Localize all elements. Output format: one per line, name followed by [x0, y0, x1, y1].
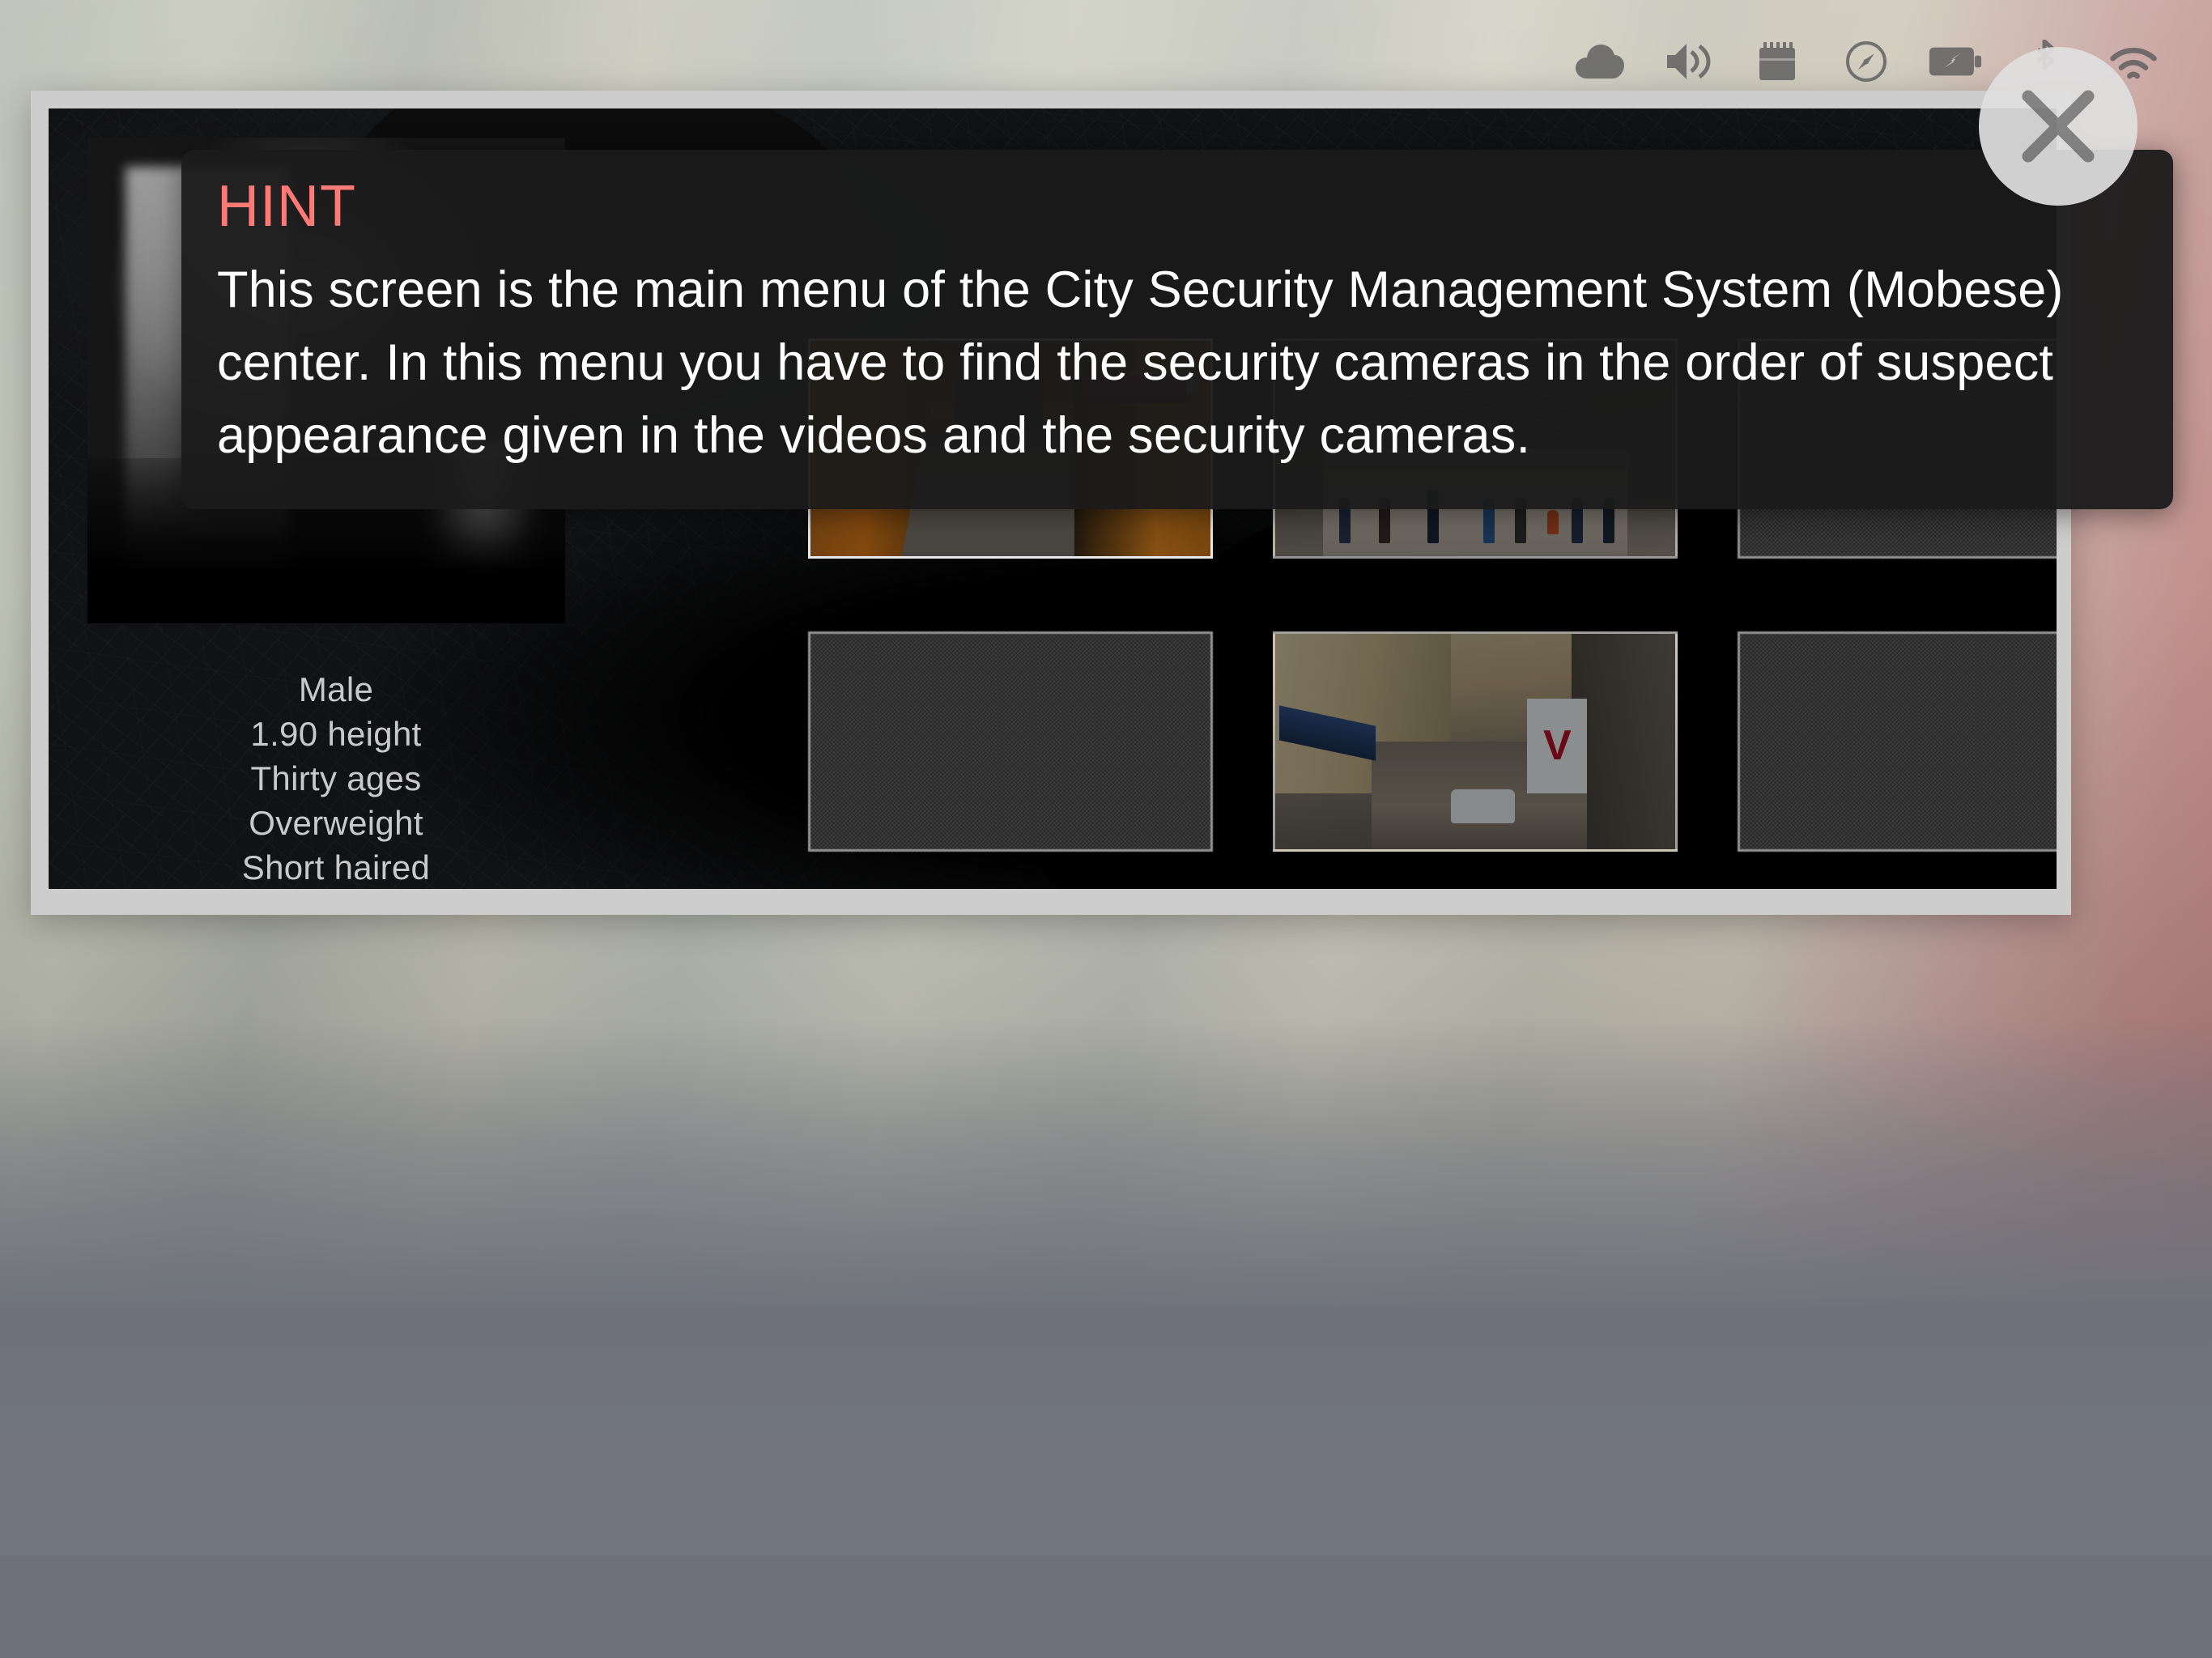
camera-thumbnail-6[interactable] [1738, 631, 2057, 852]
suspect-attribute-height: 1.90 height [250, 715, 422, 753]
camera-6-dim-overlay [1740, 634, 2057, 849]
close-button[interactable] [1979, 47, 2138, 206]
compass-icon[interactable] [1840, 39, 1893, 84]
camera-thumbnail-4[interactable] [808, 631, 1213, 852]
hint-title: HINT [217, 174, 356, 239]
hint-panel: HINT This screen is the main menu of the… [181, 150, 2173, 509]
suspect-attribute-hair: Short haired [241, 848, 431, 886]
camera-2-traffic-cone [1546, 510, 1559, 535]
hint-body-text: This screen is the main menu of the City… [217, 261, 2064, 464]
battery-charging-icon[interactable] [1929, 39, 1982, 84]
cloud-icon[interactable] [1572, 39, 1626, 84]
camera-thumbnail-5[interactable]: V [1273, 631, 1678, 852]
suspect-attributes: Male 1.90 height Thirty ages Overweight … [87, 667, 585, 889]
suspect-attribute-age: Thirty ages [250, 759, 422, 797]
calendar-icon[interactable] [1750, 39, 1804, 84]
suspect-attribute-build: Overweight [249, 804, 423, 842]
camera-5-billboard: V [1527, 698, 1588, 793]
volume-icon[interactable] [1661, 39, 1715, 84]
desktop-lower-gradient [0, 1018, 2212, 1658]
camera-5-white-car [1451, 789, 1516, 824]
close-icon [2022, 90, 2095, 163]
camera-4-dim-overlay [810, 634, 1210, 849]
suspect-attribute-gender: Male [298, 670, 374, 708]
